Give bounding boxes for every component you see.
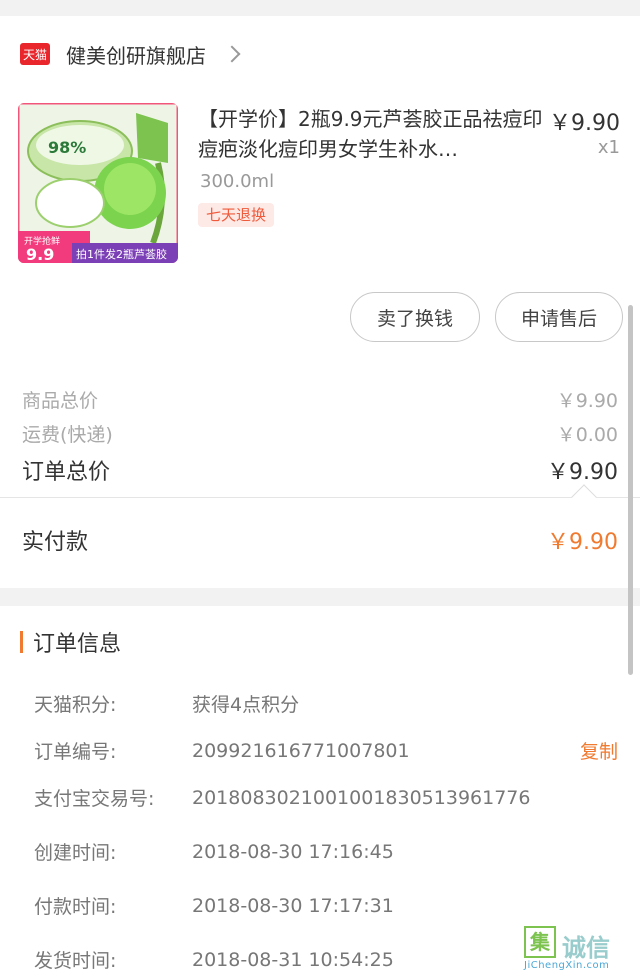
info-value: 2018-08-30 17:16:45 — [192, 840, 394, 863]
product-spec: 300.0ml — [200, 171, 275, 192]
watermark-text: 诚信 — [562, 934, 610, 962]
shipping-row: 运费(快递) ￥0.00 — [22, 420, 618, 447]
watermark-box: 集 — [524, 926, 556, 958]
info-value: 2018-08-30 17:17:31 — [192, 894, 394, 917]
goods-total-value: ￥9.90 — [556, 390, 618, 412]
order-card: 天猫 健美创研旗舰店 98% 开学抢鲜 9.9 拍1件发2瓶芦荟胶 【开学价】2… — [0, 16, 640, 588]
goods-total-row: 商品总价 ￥9.90 — [22, 386, 618, 413]
product-title[interactable]: 【开学价】2瓶9.9元芦荟胶正品祛痘印痘疤淡化痘印男女学生补水… — [198, 104, 550, 164]
divider-notch — [571, 484, 597, 510]
info-label: 创建时间: — [34, 842, 117, 864]
product-thumbnail[interactable]: 98% 开学抢鲜 9.9 拍1件发2瓶芦荟胶 — [18, 103, 178, 263]
order-info-card: 订单信息 天猫积分: 获得4点积分 订单编号: 2099216167710078… — [0, 606, 640, 978]
info-value: 209921616771007801 — [192, 739, 410, 762]
shipping-label: 运费(快递) — [22, 424, 113, 446]
copy-button[interactable]: 复制 — [580, 737, 618, 764]
paid-label: 实付款 — [22, 530, 89, 555]
order-total-row: 订单总价 ￥9.90 — [22, 454, 618, 486]
chevron-right-icon[interactable] — [223, 45, 241, 63]
info-row-paid: 付款时间: 2018-08-30 17:17:31 — [34, 892, 618, 919]
svg-text:拍1件发2瓶芦荟胶: 拍1件发2瓶芦荟胶 — [76, 247, 167, 261]
paid-row: 实付款 ￥9.90 — [22, 524, 618, 556]
info-row-order-number: 订单编号: 209921616771007801 复制 — [34, 737, 618, 764]
svg-text:98%: 98% — [48, 138, 86, 157]
goods-total-label: 商品总价 — [22, 390, 99, 412]
watermark-logo: 集 诚信 JiChengXin.com — [524, 926, 634, 972]
info-row-alipay-number: 支付宝交易号: 2018083021001001830513961776 — [34, 784, 618, 811]
paid-value: ￥9.90 — [547, 530, 618, 555]
svg-text:9.9: 9.9 — [26, 245, 54, 263]
store-header[interactable]: 天猫 健美创研旗舰店 — [20, 40, 241, 69]
product-quantity: x1 — [597, 137, 620, 158]
store-name[interactable]: 健美创研旗舰店 — [66, 40, 206, 69]
info-label: 发货时间: — [34, 950, 117, 972]
section-accent-bar — [20, 631, 23, 653]
info-label: 支付宝交易号: — [34, 788, 155, 810]
watermark-url: JiChengXin.com — [524, 960, 610, 971]
after-sale-button[interactable]: 申请售后 — [495, 292, 623, 342]
info-value: 2018083021001001830513961776 — [192, 786, 531, 809]
scrollbar[interactable] — [628, 305, 633, 675]
return-policy-tag: 七天退换 — [198, 203, 275, 227]
divider — [0, 497, 640, 498]
shipping-value: ￥0.00 — [556, 424, 618, 446]
product-price: ￥9.90 — [549, 111, 620, 136]
section-title: 订单信息 — [33, 632, 122, 657]
info-label: 订单编号: — [34, 741, 117, 763]
info-row-created: 创建时间: 2018-08-30 17:16:45 — [34, 838, 618, 865]
section-header: 订单信息 — [20, 626, 121, 658]
tmall-logo: 天猫 — [20, 43, 50, 65]
order-total-value: ￥9.90 — [547, 460, 618, 485]
info-value: 获得4点积分 — [192, 694, 300, 716]
info-row-points: 天猫积分: 获得4点积分 — [34, 690, 618, 717]
order-total-label: 订单总价 — [22, 460, 111, 485]
sell-button[interactable]: 卖了换钱 — [350, 292, 480, 342]
info-label: 付款时间: — [34, 896, 117, 918]
info-label: 天猫积分: — [34, 694, 117, 716]
